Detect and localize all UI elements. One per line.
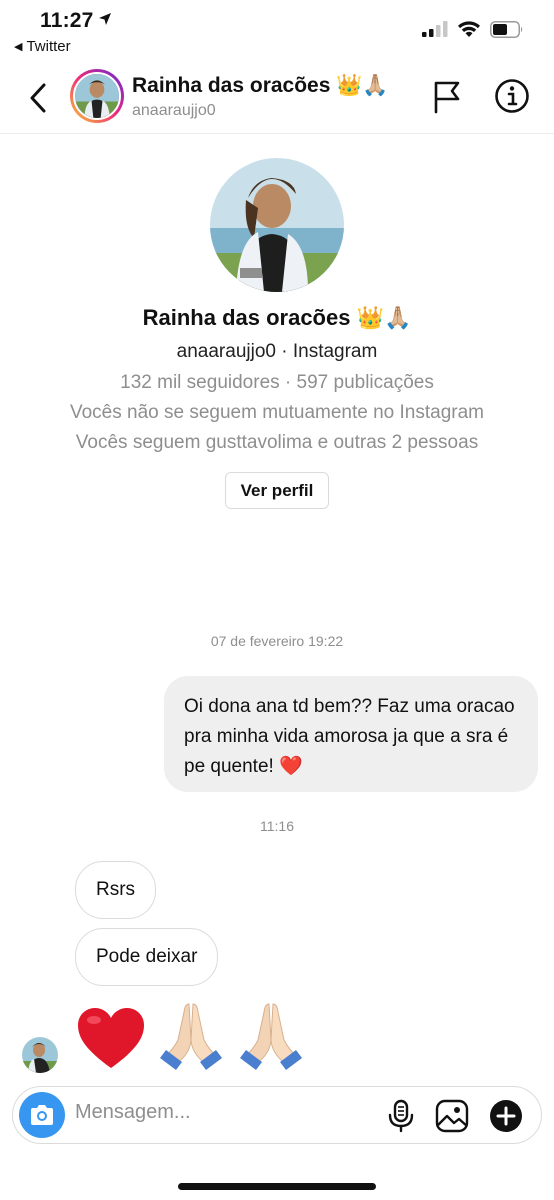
view-profile-button[interactable]: Ver perfil [225, 472, 329, 509]
profile-followed-by: Vocês seguem gusttavolima e outras 2 pes… [75, 432, 479, 453]
cellular-signal-icon [422, 21, 448, 42]
chat-username: anaaraujjo0 [132, 102, 216, 119]
battery-icon [490, 20, 524, 43]
report-button[interactable] [432, 80, 462, 119]
sender-avatar[interactable] [22, 1037, 58, 1073]
praying-hands-emoji [156, 1000, 226, 1077]
avatar-photo [73, 72, 121, 120]
home-indicator[interactable] [178, 1183, 376, 1190]
info-button[interactable] [494, 78, 530, 119]
back-to-app-link[interactable]: ◀ Twitter [14, 38, 71, 55]
plus-circle-icon [490, 1100, 522, 1132]
status-bar: 11:27 ◀ Twitter [0, 0, 554, 58]
message-input[interactable] [75, 1101, 375, 1124]
voice-message-button[interactable] [387, 1099, 415, 1138]
incoming-message[interactable]: Rsrs [75, 861, 157, 919]
wifi-icon [457, 20, 481, 43]
profile-handle: anaaraujjo0 · Instagram [176, 341, 378, 362]
location-arrow-icon [98, 12, 112, 31]
camera-icon [31, 1105, 53, 1125]
heart-emoji [76, 1006, 146, 1077]
back-triangle-icon: ◀ [14, 41, 23, 53]
status-indicators [422, 20, 524, 43]
incoming-message[interactable]: Pode deixar [75, 928, 219, 986]
profile-avatar[interactable] [210, 158, 344, 292]
outgoing-message[interactable]: Oi dona ana td bem?? Faz uma oracao pra … [164, 676, 538, 792]
header-avatar[interactable] [70, 69, 124, 123]
status-time: 11:27 [40, 9, 94, 32]
gallery-button[interactable] [435, 1099, 469, 1138]
flag-icon [434, 81, 460, 114]
praying-hands-emoji [236, 1000, 306, 1077]
profile-stats: 132 mil seguidores · 597 publicações [120, 372, 434, 393]
message-timestamp: 07 de fevereiro 19:22 [210, 633, 344, 649]
microphone-icon [388, 1099, 414, 1133]
camera-button[interactable] [19, 1092, 65, 1138]
profile-name: Rainha das oracões 👑🙏🏼 [142, 305, 412, 330]
chat-header: Rainha das oracões 👑🙏🏼 anaaraujjo0 [0, 60, 554, 134]
message-composer [12, 1086, 542, 1144]
info-icon [495, 79, 529, 113]
chat-title[interactable]: Rainha das oracões 👑🙏🏼 [132, 74, 389, 98]
back-button[interactable] [22, 80, 54, 116]
profile-mutual-status: Vocês não se seguem mutuamente no Instag… [69, 402, 485, 423]
more-options-button[interactable] [489, 1099, 523, 1138]
back-app-label: Twitter [26, 38, 71, 55]
message-timestamp: 11:16 [260, 818, 294, 834]
emoji-message[interactable] [76, 1000, 306, 1077]
chevron-left-icon [30, 83, 46, 113]
image-icon [435, 1099, 469, 1133]
